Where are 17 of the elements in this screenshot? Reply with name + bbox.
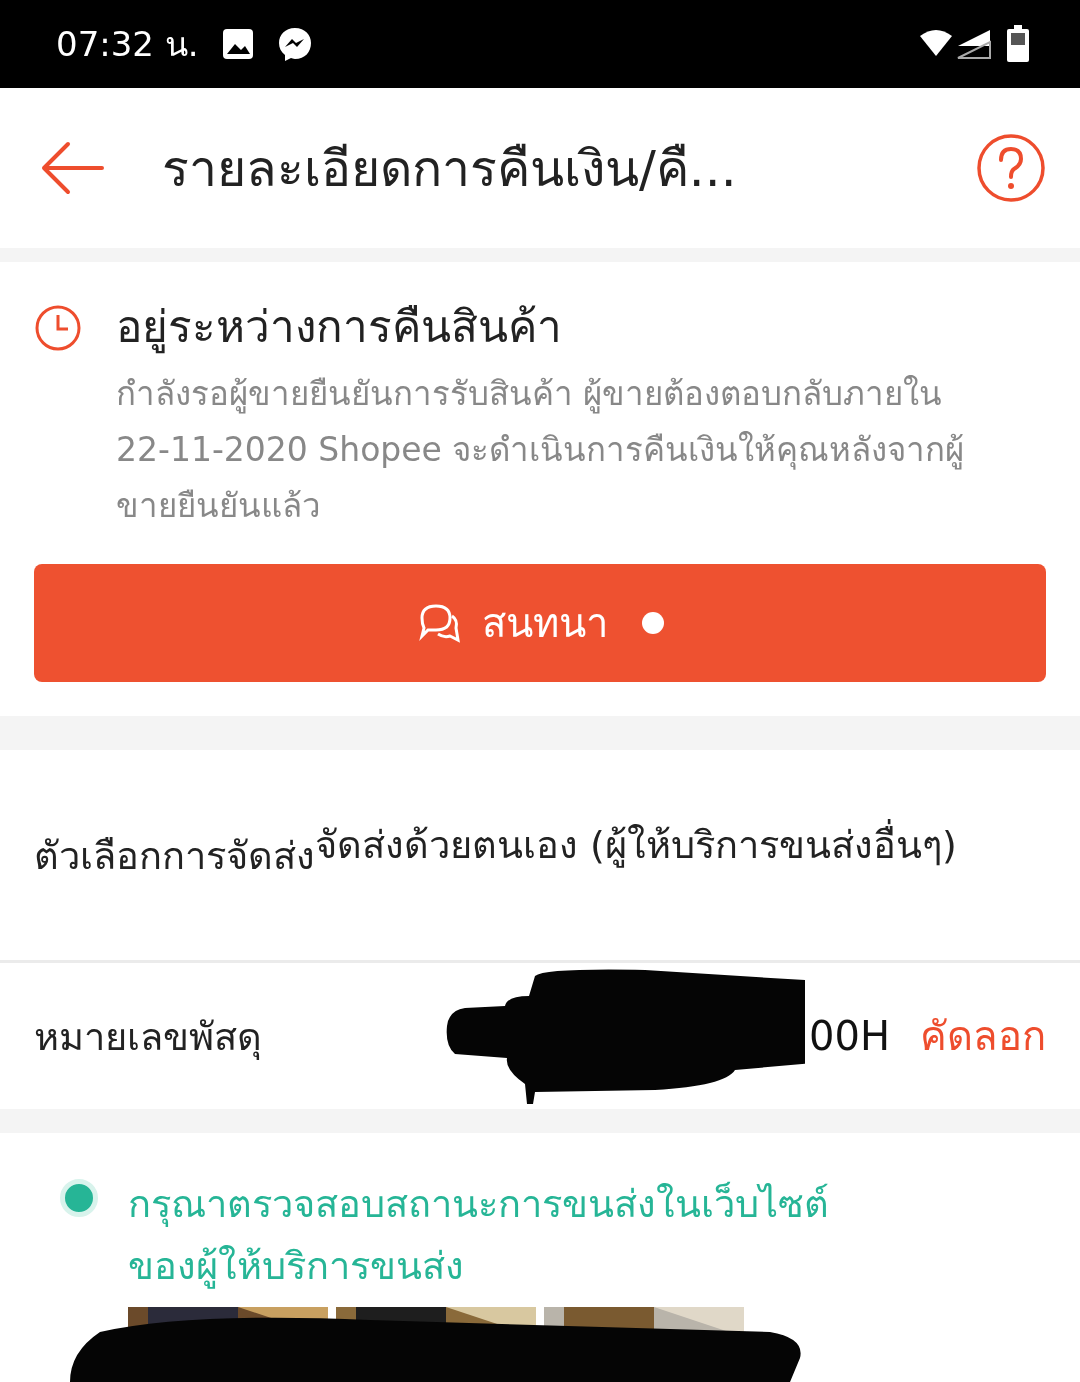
status-description: กำลังรอผู้ขายยืนยันการรับสินค้า ผู้ขายต้องตอบกลับภายใน 22-11-2020 Shopee จะดำเนินการคืนเงินให้คุณหลังจากผู้ขายยืนยันแล้ว [116, 373, 966, 527]
timeline-text: กรุณาตรวจสอบสถานะการขนส่งในเว็บไซต์ของผู้ให้บริการขนส่ง [128, 1180, 830, 1291]
back-arrow-icon[interactable] [40, 141, 104, 195]
battery-icon [1006, 25, 1030, 63]
page-title: รายละเอียดการคืนเงิน/คื... [162, 138, 738, 200]
clock-time: 07:32 น. [56, 23, 199, 66]
field-label: หมายเลขพัสดุ [34, 1013, 262, 1062]
field-value: จัดส่งด้วยตนเอง (ผู้ให้บริการขนส่งอื่นๆ) [315, 812, 1046, 878]
copy-link[interactable]: คัดลอก [920, 1004, 1046, 1068]
image-icon [220, 27, 255, 61]
clock-icon [34, 304, 82, 352]
status-title: อยู่ระหว่างการคืนสินค้า [116, 300, 563, 356]
help-icon[interactable] [976, 133, 1046, 203]
tracking-number: 00H [809, 1013, 890, 1059]
chat-button[interactable]: สนทนา [34, 564, 1046, 682]
messenger-icon [276, 26, 313, 62]
field-label: ตัวเลือกการจัดส่ง [34, 832, 315, 880]
